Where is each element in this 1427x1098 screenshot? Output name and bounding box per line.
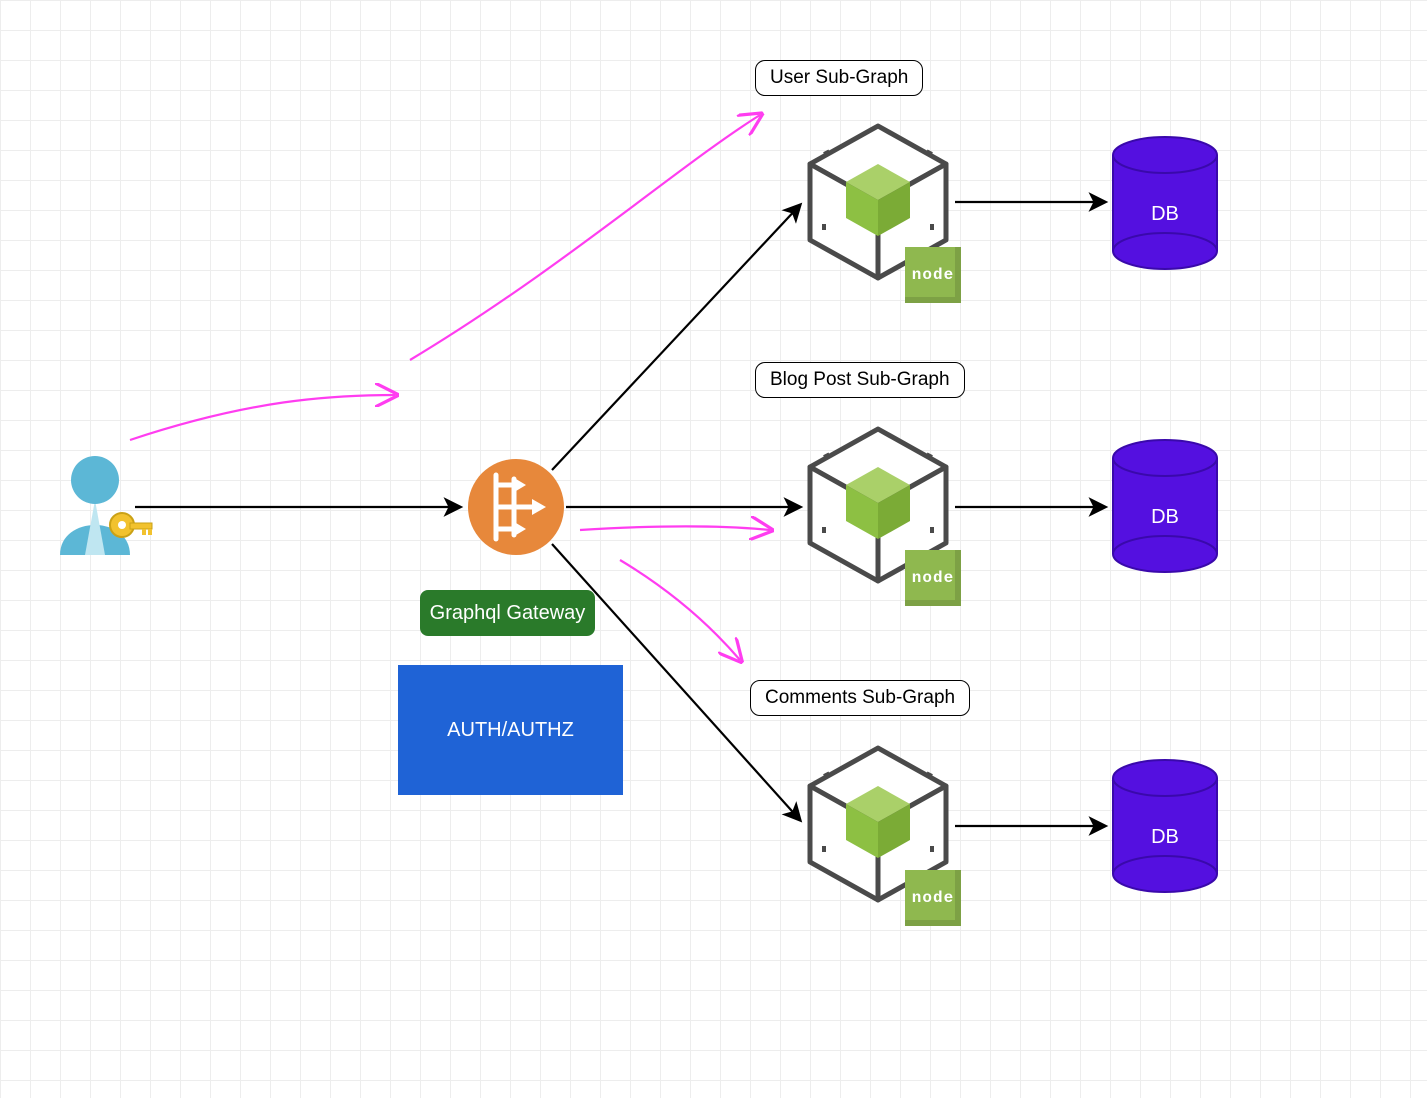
comments-subgraph-label: Comments Sub-Graph <box>750 680 970 716</box>
node-badge: node <box>905 870 961 926</box>
blogpost-subgraph-label: Blog Post Sub-Graph <box>755 362 965 398</box>
db-user: DB <box>1110 135 1220 271</box>
freehand-arrow-3 <box>580 526 770 530</box>
freehand-arrow-1 <box>130 395 395 440</box>
diagram-canvas: Graphql Gateway AUTH/AUTHZ Us <box>0 0 1427 1098</box>
db-label: DB <box>1110 506 1220 529</box>
user-icon <box>40 445 150 565</box>
db-label: DB <box>1110 826 1220 849</box>
gateway-label: Graphql Gateway <box>420 590 595 636</box>
auth-box: AUTH/AUTHZ <box>398 665 623 795</box>
freehand-arrow-2 <box>410 115 760 360</box>
freehand-arrow-4 <box>620 560 740 660</box>
user-subgraph-label: User Sub-Graph <box>755 60 923 96</box>
gateway-icon <box>466 457 566 557</box>
db-label: DB <box>1110 203 1220 226</box>
node-badge: node <box>905 550 961 606</box>
arrow-gateway-to-user-subgraph <box>552 205 800 470</box>
db-comments: DB <box>1110 758 1220 894</box>
node-badge: node <box>905 247 961 303</box>
db-blog: DB <box>1110 438 1220 574</box>
